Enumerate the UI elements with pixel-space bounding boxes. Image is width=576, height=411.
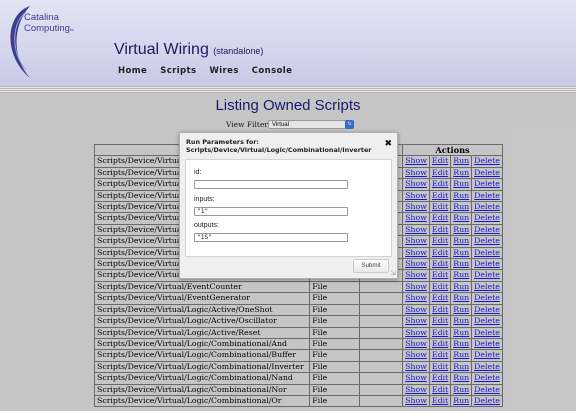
nav-console[interactable]: Console	[252, 66, 293, 76]
outputs-label: outputs:	[194, 222, 219, 229]
dialog-form: id: inputs: "1" outputs: "1S"	[185, 159, 392, 257]
logo-line-2: Computingllc	[24, 23, 74, 34]
run-parameters-dialog: Run Parameters for: Scripts/Device/Virtu…	[179, 132, 398, 279]
dialog-title-line-1: Run Parameters for:	[186, 138, 259, 146]
inputs-input[interactable]: "1"	[194, 207, 348, 216]
company-logo: Catalina Computingllc	[24, 12, 74, 35]
id-input[interactable]	[194, 180, 348, 189]
main-nav: Home Scripts Wires Console	[118, 66, 292, 76]
header-divider	[0, 86, 576, 93]
dialog-title-line-2: Scripts/Device/Virtual/Logic/Combination…	[186, 146, 372, 154]
logo-line-1: Catalina	[24, 12, 59, 23]
app-header: Catalina Computingllc Virtual Wiring (st…	[0, 0, 576, 86]
resize-grip-icon[interactable]: ⇲	[390, 270, 396, 277]
submit-button[interactable]: Submit	[353, 259, 389, 273]
inputs-label: inputs:	[194, 196, 215, 203]
close-icon[interactable]: ✖	[384, 139, 392, 149]
nav-scripts[interactable]: Scripts	[160, 66, 196, 76]
outputs-input[interactable]: "1S"	[194, 233, 348, 242]
app-title-text: Virtual Wiring	[114, 41, 209, 58]
dialog-title: Run Parameters for: Scripts/Device/Virtu…	[186, 138, 371, 154]
nav-home[interactable]: Home	[118, 66, 147, 76]
app-title: Virtual Wiring (standalone)	[114, 41, 263, 59]
app-subtitle: (standalone)	[213, 46, 264, 56]
nav-wires[interactable]: Wires	[209, 66, 238, 76]
id-label: id:	[194, 169, 202, 176]
